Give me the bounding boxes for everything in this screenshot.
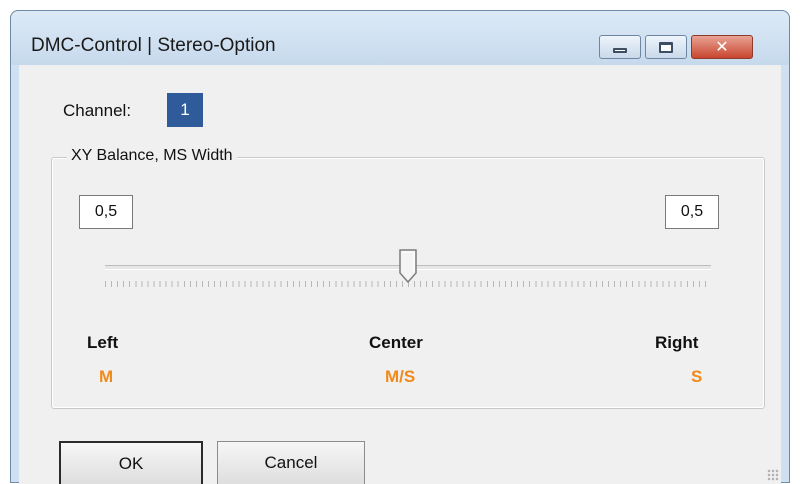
right-value-field[interactable]: 0,5	[665, 195, 719, 229]
maximize-icon	[659, 41, 673, 53]
right-sublabel: S	[691, 367, 703, 386]
center-label: Center	[369, 333, 423, 352]
minimize-button[interactable]	[599, 35, 641, 59]
cancel-button[interactable]: Cancel	[217, 441, 365, 484]
channel-label: Channel:	[63, 101, 132, 120]
dialog-content: Channel: 1 XY Balance, MS Width 0,5 0,5 …	[19, 65, 781, 484]
close-button[interactable]: ✕	[691, 35, 753, 59]
maximize-button[interactable]	[645, 35, 687, 59]
minimize-icon	[613, 47, 627, 53]
dialog-window: DMC-Control | Stereo-Option ✕ Channel: 1…	[10, 10, 790, 484]
right-label: Right	[655, 333, 699, 352]
resize-grip[interactable]	[767, 469, 779, 481]
balance-slider-thumb[interactable]	[398, 249, 418, 283]
close-icon: ✕	[715, 37, 729, 56]
title-bar[interactable]: DMC-Control | Stereo-Option ✕	[11, 11, 789, 65]
window-title: DMC-Control | Stereo-Option	[31, 35, 276, 56]
left-value-field[interactable]: 0,5	[79, 195, 133, 229]
group-title: XY Balance, MS Width	[67, 147, 237, 165]
left-sublabel: M	[99, 367, 114, 386]
channel-value[interactable]: 1	[167, 93, 203, 127]
left-label: Left	[87, 333, 119, 352]
center-sublabel: M/S	[385, 367, 416, 386]
ok-button[interactable]: OK	[59, 441, 203, 484]
